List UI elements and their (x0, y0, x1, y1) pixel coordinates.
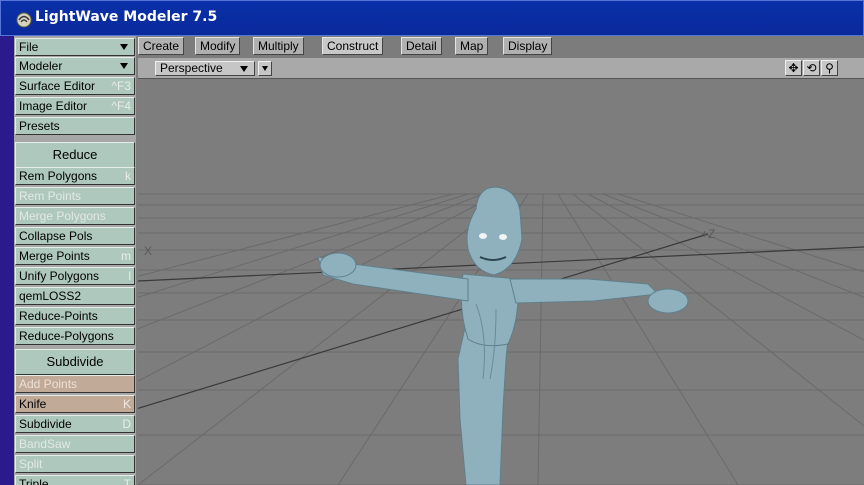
viewport-scene (138, 186, 864, 485)
chevron-down-icon (240, 66, 248, 72)
button-label: BandSaw (19, 437, 71, 451)
render-mode-dropdown[interactable] (258, 61, 272, 76)
bandsaw-button[interactable]: BandSaw (15, 435, 135, 453)
zoom-view-icon[interactable]: ⚲ (821, 60, 838, 76)
sidebar: File Modeler Surface Editor ^F3 Image Edi… (14, 36, 136, 485)
collapse-pols-button[interactable]: Collapse Pols (15, 227, 135, 245)
button-label: Triple (19, 477, 49, 485)
image-editor-button[interactable]: Image Editor ^F4 (15, 97, 135, 115)
tab-create[interactable]: Create (138, 37, 185, 55)
qemloss2-button[interactable]: qemLOSS2 (15, 287, 135, 305)
shortcut-key: l (128, 269, 131, 283)
reduce-group-header[interactable]: Reduce (15, 142, 135, 168)
button-label: qemLOSS2 (19, 289, 82, 303)
reduce-points-button[interactable]: Reduce-Points (15, 307, 135, 325)
subdivide-group-header[interactable]: Subdivide (15, 349, 135, 375)
knife-button[interactable]: Knife K (15, 395, 135, 413)
button-label: Merge Points (19, 249, 90, 263)
shortcut-key: D (122, 417, 131, 431)
shortcut-key: ^F3 (111, 79, 131, 93)
shortcut-key: T (123, 477, 131, 485)
split-button[interactable]: Split (15, 455, 135, 473)
modeler-menu-button[interactable]: Modeler (15, 57, 135, 75)
rotate-view-icon[interactable]: ⟲ (803, 60, 820, 76)
z-axis-label: +Z (701, 227, 716, 241)
button-label: Rem Points (19, 189, 82, 203)
move-view-icon[interactable]: ✥ (785, 60, 802, 76)
tab-construct[interactable]: Construct (322, 37, 384, 55)
merge-points-button[interactable]: Merge Points m (15, 247, 135, 265)
viewport-toolbar: Perspective ✥ ⟲ ⚲ (138, 58, 864, 79)
unify-polygons-button[interactable]: Unify Polygons l (15, 267, 135, 285)
subdivide-button[interactable]: Subdivide D (15, 415, 135, 433)
view-type-dropdown[interactable]: Perspective (155, 61, 255, 76)
presets-button[interactable]: Presets (15, 117, 135, 135)
image-editor-label: Image Editor (19, 99, 88, 113)
reduce-polygons-button[interactable]: Reduce-Polygons (15, 327, 135, 345)
button-label: Unify Polygons (19, 269, 100, 283)
x-axis-label: X (144, 244, 153, 258)
rem-polygons-button[interactable]: Rem Polygons k (15, 167, 135, 185)
button-label: Reduce-Points (19, 309, 98, 323)
tab-map[interactable]: Map (455, 37, 489, 55)
shortcut-key: K (122, 397, 131, 411)
button-label: Reduce-Polygons (19, 329, 114, 343)
tab-modify[interactable]: Modify (195, 37, 241, 55)
button-label: Merge Polygons (19, 209, 106, 223)
button-label: Split (19, 457, 43, 471)
button-label: Subdivide (19, 417, 72, 431)
window-title: LightWave Modeler 7.5 (35, 9, 218, 25)
button-label: Knife (19, 397, 47, 411)
view-type-label: Perspective (160, 61, 223, 75)
tab-multiply[interactable]: Multiply (253, 37, 304, 55)
button-label: Collapse Pols (19, 229, 93, 243)
button-label: Add Points (19, 377, 78, 391)
rem-points-button[interactable]: Rem Points (15, 187, 135, 205)
surface-editor-button[interactable]: Surface Editor ^F3 (15, 77, 135, 95)
shortcut-key: m (121, 249, 131, 263)
tab-detail[interactable]: Detail (401, 37, 442, 55)
title-bar: LightWave Modeler 7.5 (0, 0, 864, 36)
button-label: Rem Polygons (19, 169, 98, 183)
file-menu-button[interactable]: File (15, 38, 135, 56)
surface-editor-label: Surface Editor (19, 79, 96, 93)
chevron-down-icon (262, 66, 268, 71)
merge-polygons-button[interactable]: Merge Polygons (15, 207, 135, 225)
modeler-window: File Modeler Surface Editor ^F3 Image Edi… (14, 36, 864, 485)
shortcut-key: ^F4 (111, 99, 131, 113)
perspective-viewport[interactable]: Perspective ✥ ⟲ ⚲ X +Z (138, 58, 864, 485)
toolbar-tabs: Create Modify Multiply Construct Detail … (138, 36, 864, 56)
lightwave-logo-icon (16, 12, 32, 28)
tab-display[interactable]: Display (503, 37, 553, 55)
shortcut-key: k (125, 169, 131, 183)
add-points-button[interactable]: Add Points (15, 375, 135, 393)
triple-button[interactable]: Triple T (15, 475, 135, 485)
